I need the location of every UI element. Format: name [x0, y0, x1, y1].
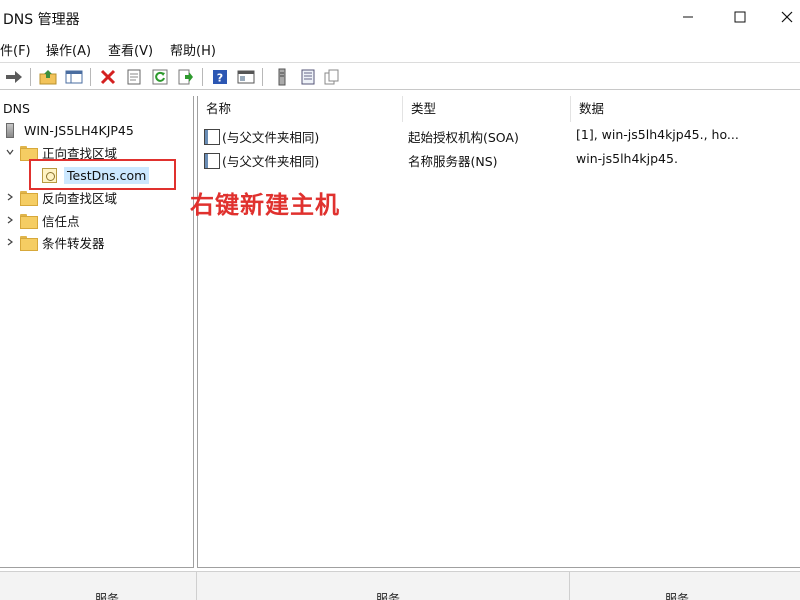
records-list: 名称 类型 数据 (与父文件夹相同) 起始授权机构(SOA) [1], win-… [197, 96, 800, 568]
chevron-right-icon[interactable] [4, 214, 16, 226]
tree-item-server[interactable]: WIN-JS5LH4KJP45 [6, 120, 134, 140]
record-type: 名称服务器(NS) [408, 154, 498, 169]
minimize-icon [683, 16, 693, 18]
toolbar-separator [202, 68, 203, 86]
menu-help[interactable]: 帮助(H) [170, 40, 216, 59]
help-icon: ? [213, 70, 227, 85]
help-button[interactable]: ? [210, 67, 230, 87]
annotation-text: 右键新建主机 [190, 191, 340, 219]
server-icon [6, 122, 14, 138]
zone-list-button[interactable] [298, 67, 318, 87]
svg-text:?: ? [217, 72, 223, 85]
export-list-button[interactable] [176, 67, 196, 87]
delete-icon [100, 69, 116, 85]
toolbar: ? [0, 62, 800, 90]
chevron-right-icon[interactable] [4, 236, 16, 248]
show-tree-button[interactable] [64, 67, 84, 87]
status-bar: 服务 服务 服务 [0, 571, 800, 600]
record-icon [204, 153, 220, 169]
status-text: 服务 [665, 592, 690, 600]
record-name-cell: (与父文件夹相同) [204, 151, 319, 170]
folder-icon [20, 235, 38, 251]
maximize-icon [734, 11, 746, 23]
column-header-data[interactable]: 数据 [571, 96, 800, 122]
close-button[interactable] [764, 0, 800, 34]
window-title: DNS 管理器 [3, 12, 80, 28]
minimize-button[interactable] [665, 0, 711, 34]
table-row[interactable]: (与父文件夹相同) 名称服务器(NS) win-js5lh4kjp45. [198, 148, 800, 170]
arrow-right-icon [6, 71, 22, 83]
menu-action[interactable]: 操作(A) [46, 40, 91, 59]
refresh-icon [152, 69, 168, 85]
tree-label: 反向查找区域 [42, 190, 118, 206]
maximize-button[interactable] [717, 0, 763, 34]
properties-icon [127, 69, 141, 85]
record-data: win-js5lh4kjp45. [576, 151, 678, 166]
toolbar-separator [262, 68, 263, 86]
title-bar: DNS 管理器 [0, 0, 800, 34]
chevron-down-icon[interactable] [4, 146, 16, 158]
status-text: 服务 [376, 592, 401, 600]
tree-label: 信任点 [42, 213, 80, 229]
menu-file[interactable]: 件(F) [0, 40, 31, 59]
console-button[interactable] [236, 67, 256, 87]
record-icon [204, 129, 220, 145]
tree-item-conditional-forwarders[interactable]: 条件转发器 [4, 232, 105, 252]
folder-icon [20, 213, 38, 229]
up-level-button[interactable] [38, 67, 58, 87]
record-data: [1], win-js5lh4kjp45., ho... [576, 127, 739, 142]
tree-label: WIN-JS5LH4KJP45 [24, 122, 134, 138]
column-header-type[interactable]: 类型 [403, 96, 571, 122]
folder-icon [20, 190, 38, 206]
tree-item-trust-points[interactable]: 信任点 [4, 210, 80, 230]
server-icon [278, 68, 286, 86]
copy-button[interactable] [322, 67, 342, 87]
annotation-highlight-box [29, 159, 176, 190]
export-list-icon [178, 69, 193, 85]
table-row[interactable]: (与父文件夹相同) 起始授权机构(SOA) [1], win-js5lh4kjp… [198, 124, 800, 146]
record-type: 起始授权机构(SOA) [408, 130, 519, 145]
status-text: 服务 [95, 592, 120, 600]
delete-button[interactable] [98, 67, 118, 87]
chevron-right-icon[interactable] [4, 191, 16, 203]
column-header-name[interactable]: 名称 [198, 96, 403, 122]
console-icon [237, 70, 255, 84]
close-icon [781, 11, 793, 23]
folder-icon [20, 145, 38, 161]
forward-button[interactable] [4, 67, 24, 87]
tree-label: DNS [3, 100, 30, 116]
copy-icon [324, 69, 339, 85]
record-name: (与父文件夹相同) [222, 154, 320, 169]
folder-up-icon [39, 70, 57, 85]
properties-button[interactable] [124, 67, 144, 87]
toolbar-separator [90, 68, 91, 86]
tree-item-reverse-zones[interactable]: 反向查找区域 [4, 187, 117, 207]
server-button[interactable] [272, 67, 292, 87]
show-tree-icon [65, 70, 83, 84]
tree-label: 条件转发器 [42, 235, 105, 251]
menu-view[interactable]: 查看(V) [108, 40, 153, 59]
toolbar-separator [30, 68, 31, 86]
zone-list-icon [301, 69, 315, 85]
menu-bar: 件(F) 操作(A) 查看(V) 帮助(H) [0, 38, 800, 60]
refresh-button[interactable] [150, 67, 170, 87]
tree-item-dns-root[interactable]: DNS [3, 98, 30, 118]
record-name-cell: (与父文件夹相同) [204, 127, 319, 146]
record-name: (与父文件夹相同) [222, 130, 320, 145]
